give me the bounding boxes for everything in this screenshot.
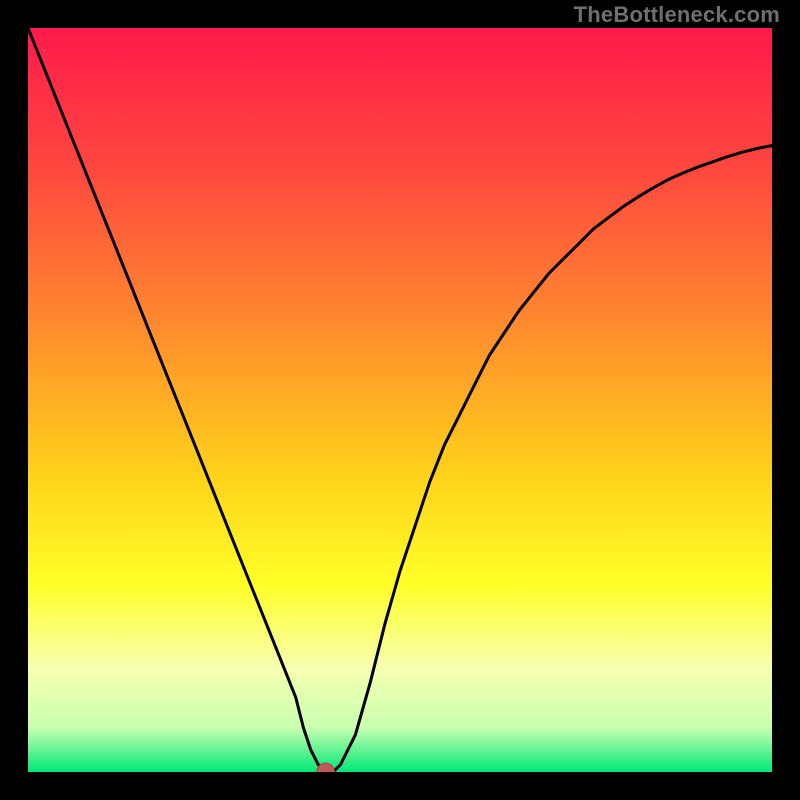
chart-frame: TheBottleneck.com	[0, 0, 800, 800]
plot-area	[28, 28, 772, 772]
gradient-background	[28, 28, 772, 772]
chart-svg	[28, 28, 772, 772]
watermark-text: TheBottleneck.com	[574, 2, 780, 28]
